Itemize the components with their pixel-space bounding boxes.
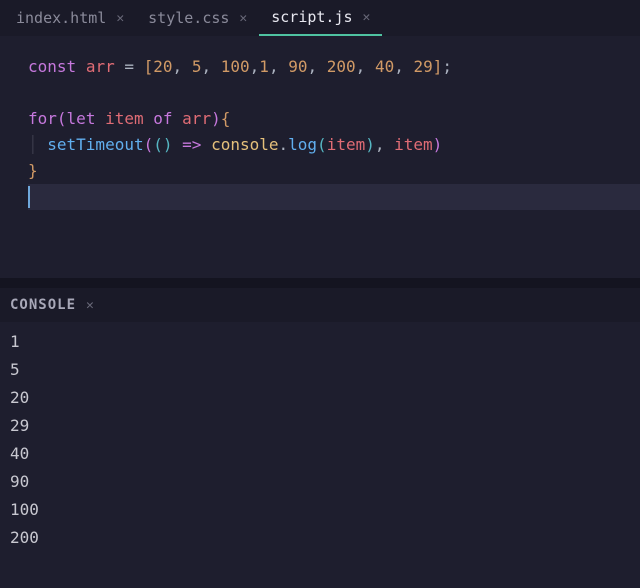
console-label: CONSOLE <box>10 297 76 313</box>
console-line: 1 <box>10 328 630 356</box>
close-icon[interactable]: ✕ <box>239 11 247 26</box>
tab-index-html[interactable]: index.html ✕ <box>4 0 136 36</box>
console-output[interactable]: 1 5 20 29 40 90 100 200 <box>0 322 640 558</box>
code-editor[interactable]: const arr = [20, 5, 100,1, 90, 200, 40, … <box>0 36 640 278</box>
console-header: CONSOLE ✕ <box>0 288 640 322</box>
tab-label: script.js <box>271 8 352 26</box>
code-line <box>28 80 640 106</box>
console-line: 40 <box>10 440 630 468</box>
tab-label: style.css <box>148 9 229 27</box>
console-line: 29 <box>10 412 630 440</box>
code-line: │ setTimeout(() => console.log(item), it… <box>28 132 640 158</box>
console-line: 90 <box>10 468 630 496</box>
panel-divider[interactable] <box>0 278 640 288</box>
console-line: 5 <box>10 356 630 384</box>
cursor-icon <box>28 186 30 208</box>
close-icon[interactable]: ✕ <box>363 10 371 25</box>
code-line: const arr = [20, 5, 100,1, 90, 200, 40, … <box>28 54 640 80</box>
code-line: } <box>28 158 640 184</box>
close-icon[interactable]: ✕ <box>86 298 94 313</box>
tab-label: index.html <box>16 9 106 27</box>
close-icon[interactable]: ✕ <box>116 11 124 26</box>
code-line: for(let item of arr){ <box>28 106 640 132</box>
code-line-active <box>28 184 640 210</box>
tab-script-js[interactable]: script.js ✕ <box>259 0 382 36</box>
console-line: 200 <box>10 524 630 552</box>
console-line: 100 <box>10 496 630 524</box>
tab-bar: index.html ✕ style.css ✕ script.js ✕ <box>0 0 640 36</box>
tab-style-css[interactable]: style.css ✕ <box>136 0 259 36</box>
console-line: 20 <box>10 384 630 412</box>
